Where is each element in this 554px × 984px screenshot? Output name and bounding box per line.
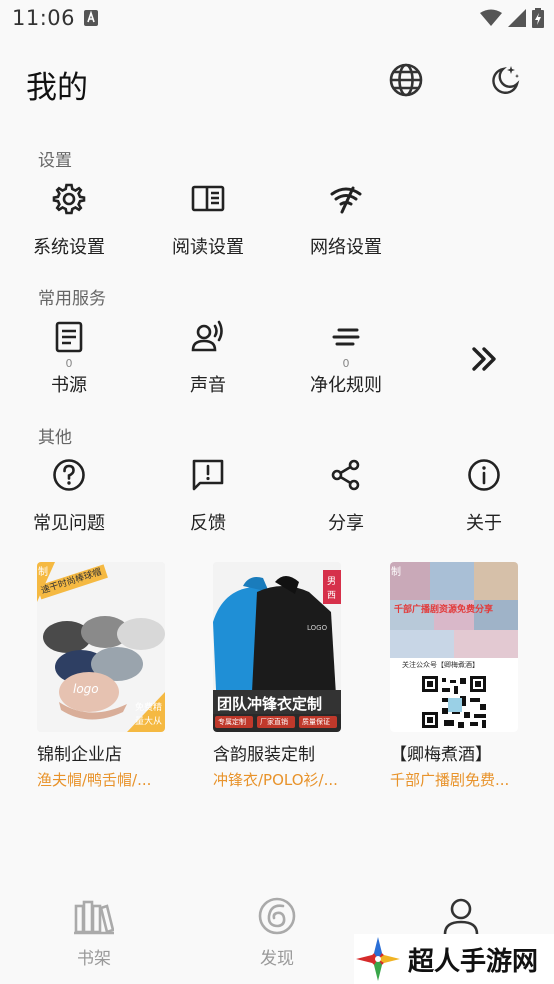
notification-a-icon [84,10,98,26]
grid-item-share[interactable]: 分享 [277,458,415,535]
ad-image-text: LOGO [307,624,328,632]
grid-item-label: 分享 [328,513,364,534]
ad-card-caps[interactable]: 制 速干时尚棒球帽 logo 免费精 量大从 锦制企业店 渔夫帽/鸭舌帽/... [37,562,187,790]
theme-toggle-button[interactable] [486,62,522,98]
section-title-settings: 设置 [38,151,72,171]
moon-stars-icon [486,62,522,98]
watermark-logo-icon [354,935,402,983]
ad-image-text: 千部广播剧资源免费分享 [394,605,494,615]
book-layout-icon [191,182,225,216]
grid-item-label: 书源 [51,375,87,396]
ad-image-text: 专属定制 [218,718,246,726]
status-bar: 11:06 [0,0,554,38]
person-icon [441,896,481,936]
grid-item-label: 声音 [190,375,226,396]
watermark: 超人手游网 [354,934,554,984]
ad-image-text: logo [73,682,99,696]
filter-lines-icon [329,320,363,354]
ad-image-text: 厂家直销 [260,718,288,726]
grid-item-feedback[interactable]: 反馈 [139,458,277,535]
battery-icon [532,8,544,28]
grid-item-book-source[interactable]: 0 书源 [0,320,138,397]
grid-item-faq[interactable]: 常见问题 [0,458,138,535]
document-list-icon [52,320,86,354]
page-title: 我的 [26,70,88,106]
feedback-bubble-icon [191,458,225,492]
bookshelf-icon [74,896,114,936]
ad-title: 锦制企业店 [37,745,122,765]
section-title-other: 其他 [38,428,72,448]
wifi-off-icon [329,182,363,216]
nav-bookshelf[interactable]: 书架 [34,896,154,969]
ad-image-text: 制 [391,567,401,578]
nav-discover[interactable]: 发现 [217,896,337,969]
wifi-signal-icon [480,9,502,27]
watermark-text: 超人手游网 [408,946,539,977]
ad-subtitle: 千部广播剧免费... [390,771,510,789]
speaker-voice-icon [191,320,225,354]
ad-image-audio-drama: 制 千部广播剧资源免费分享 关注公众号【卿梅煮酒】 [390,562,518,732]
grid-item-label: 关于 [466,513,502,534]
ad-title: 【卿梅煮酒】 [390,745,492,765]
grid-item-about[interactable]: 关于 [415,458,553,535]
ad-card-audio-drama[interactable]: 制 千部广播剧资源免费分享 关注公众号【卿梅煮酒】 【卿梅煮酒】 千部广播剧免费… [390,562,540,790]
question-circle-icon [52,458,86,492]
grid-item-voice[interactable]: 声音 [139,320,277,397]
grid-item-label: 阅读设置 [172,237,244,258]
ad-image-text: 男 [327,577,337,587]
nav-label: 书架 [77,949,111,969]
grid-item-label: 常见问题 [33,513,105,534]
more-services-button[interactable] [415,342,553,376]
globe-icon [388,62,424,98]
ad-image-text: 质量保证 [302,718,330,726]
grid-item-network-settings[interactable]: 网络设置 [277,182,415,259]
ad-title: 含韵服装定制 [213,745,315,765]
grid-item-label: 净化规则 [310,375,382,396]
ad-image-text: 团队冲锋衣定制 [217,695,323,713]
ad-subtitle: 冲锋衣/POLO衫/... [213,771,338,789]
grid-item-purify-rules[interactable]: 0 净化规则 [277,320,415,397]
grid-item-label: 反馈 [190,513,226,534]
book-source-count: 0 [65,357,73,370]
ad-image-text: 量大从 [135,717,163,727]
ad-subtitle: 渔夫帽/鸭舌帽/... [37,771,152,789]
language-button[interactable] [388,62,424,98]
grid-item-label: 网络设置 [310,237,382,258]
ad-image-caps: 制 速干时尚棒球帽 logo 免费精 量大从 [37,562,165,732]
ad-image-text: 西 [327,591,337,601]
ad-image-jackets: 男 西 LOGO 团队冲锋衣定制 专属定制 厂家直销 质量保证 [213,562,341,732]
grid-item-reading-settings[interactable]: 阅读设置 [139,182,277,259]
gear-icon [52,182,86,216]
cell-signal-icon [508,9,526,27]
ad-image-text: 关注公众号【卿梅煮酒】 [402,661,479,669]
info-circle-icon [467,458,501,492]
nav-label: 发现 [260,949,294,969]
grid-item-system-settings[interactable]: 系统设置 [0,182,138,259]
ad-card-jackets[interactable]: 男 西 LOGO 团队冲锋衣定制 专属定制 厂家直销 质量保证 含韵服装定制 冲… [213,562,363,790]
discover-swirl-icon [257,896,297,936]
ad-image-text: 制 [38,567,48,578]
grid-item-label: 系统设置 [33,237,105,258]
share-icon [329,458,363,492]
double-chevron-right-icon [467,342,501,376]
purify-rules-count: 0 [342,357,350,370]
status-time: 11:06 [12,6,76,30]
section-title-services: 常用服务 [38,289,106,309]
ad-image-text: 免费精 [135,703,163,713]
